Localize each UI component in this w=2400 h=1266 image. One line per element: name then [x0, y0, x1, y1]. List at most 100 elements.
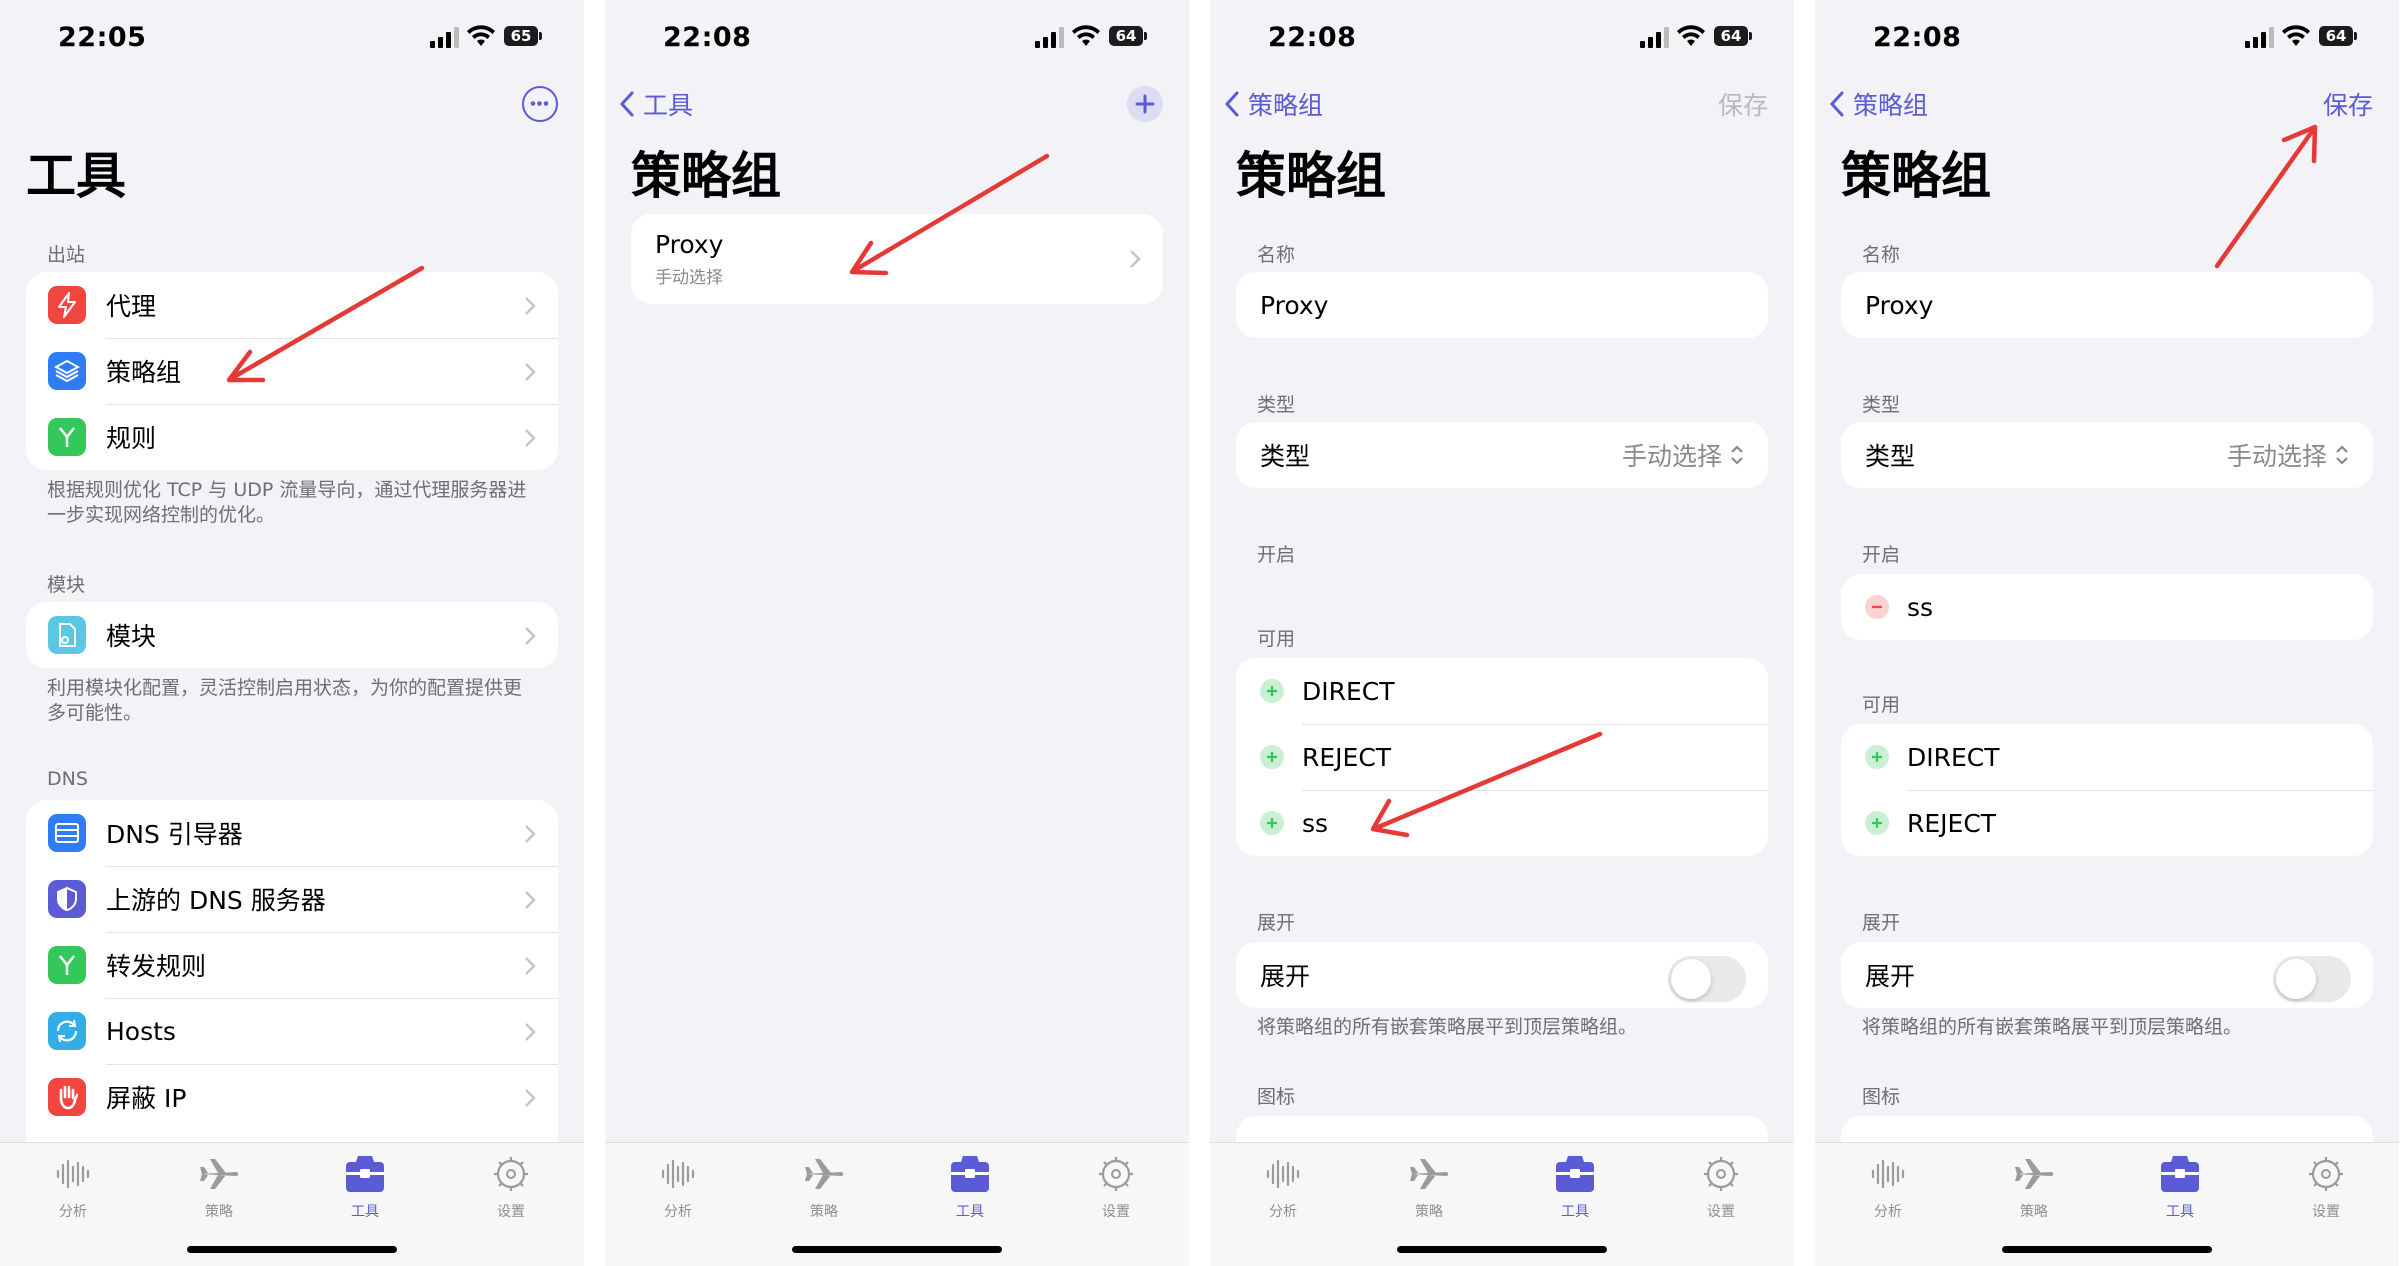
- tab-tools[interactable]: 工具: [1530, 1149, 1620, 1221]
- expand-toggle[interactable]: [1668, 956, 1746, 1002]
- server-icon: [48, 814, 86, 852]
- name-field[interactable]: Proxy: [1236, 272, 1768, 338]
- section-header-name: 名称: [1257, 244, 1296, 266]
- tab-tools[interactable]: 工具: [2135, 1149, 2225, 1221]
- nav-bar: 策略组 保存: [1815, 82, 2399, 126]
- remove-circle-icon[interactable]: [1865, 595, 1889, 619]
- status-bar: 22:05 65: [0, 22, 584, 58]
- tab-policy[interactable]: 策略: [779, 1149, 869, 1221]
- list-item-proxy[interactable]: 代理: [26, 272, 558, 338]
- status-bar: 22:08 64: [1210, 22, 1794, 58]
- tab-settings[interactable]: 设置: [466, 1149, 556, 1221]
- battery-icon: 64: [1109, 26, 1147, 46]
- available-item-reject[interactable]: REJECT: [1841, 790, 2373, 856]
- airplane-icon: [1410, 1159, 1449, 1189]
- available-item-direct[interactable]: DIRECT: [1841, 724, 2373, 790]
- tab-analysis[interactable]: 分析: [1238, 1149, 1328, 1221]
- add-circle-icon[interactable]: [1260, 679, 1284, 703]
- cellular-signal-icon: [430, 26, 460, 48]
- wifi-icon: [2282, 25, 2310, 46]
- tab-policy[interactable]: 策略: [174, 1149, 264, 1221]
- section-header-module: 模块: [47, 574, 86, 596]
- back-button[interactable]: 策略组: [1829, 86, 1928, 122]
- list-item-block-ip[interactable]: 屏蔽 IP: [26, 1064, 558, 1130]
- chevron-right-icon: [525, 957, 536, 975]
- expand-toggle[interactable]: [2273, 956, 2351, 1002]
- type-card: 类型 手动选择: [1841, 422, 2373, 488]
- expand-card: 展开: [1236, 942, 1768, 1008]
- tab-analysis[interactable]: 分析: [28, 1149, 118, 1221]
- battery-icon: 64: [1714, 26, 1752, 46]
- available-item-ss[interactable]: ss: [1236, 790, 1768, 856]
- status-time: 22:08: [1268, 22, 1357, 53]
- policy-group-list: Proxy 手动选择: [631, 214, 1163, 304]
- type-picker[interactable]: 类型 手动选择: [1841, 422, 2373, 488]
- tab-settings[interactable]: 设置: [2281, 1149, 2371, 1221]
- document-gear-icon: [48, 616, 86, 654]
- more-button[interactable]: [522, 86, 558, 122]
- list-item-hosts[interactable]: Hosts: [26, 998, 558, 1064]
- gear-icon: [1099, 1157, 1133, 1191]
- tab-settings[interactable]: 设置: [1676, 1149, 1766, 1221]
- list-item-proxy-group[interactable]: Proxy 手动选择: [631, 214, 1163, 304]
- enabled-list: ss: [1841, 574, 2373, 640]
- screen-edit-group-after: 22:08 64 策略组 保存 策略组 名称 Proxy 类型 类型 手动选择 …: [1815, 0, 2399, 1266]
- back-label: 策略组: [1248, 91, 1324, 120]
- expand-row: 展开: [1236, 942, 1768, 1008]
- cellular-signal-icon: [1035, 26, 1065, 48]
- tutorial-collage: 22:05 65 工具 出站 代理 策略组 规则 根据规则优化 TCP 与 UD…: [0, 0, 2400, 1266]
- list-item-label: 模块: [106, 622, 157, 651]
- chevron-right-icon: [525, 825, 536, 843]
- type-value: 手动选择: [2226, 442, 2327, 471]
- add-button[interactable]: [1127, 86, 1163, 122]
- list-item-upstream-dns[interactable]: 上游的 DNS 服务器: [26, 866, 558, 932]
- list-item-dns-bootstrap[interactable]: DNS 引导器: [26, 800, 558, 866]
- tab-label: 设置: [497, 1204, 525, 1220]
- available-item-direct[interactable]: DIRECT: [1236, 658, 1768, 724]
- tab-label: 分析: [664, 1204, 692, 1220]
- section-footer-expand: 将策略组的所有嵌套策略展平到顶层策略组。: [1862, 1016, 2243, 1038]
- tab-tools[interactable]: 工具: [320, 1149, 410, 1221]
- nav-bar: 策略组 保存: [1210, 82, 1794, 126]
- status-time: 22:05: [58, 22, 147, 53]
- tab-settings[interactable]: 设置: [1071, 1149, 1161, 1221]
- list-item-rules[interactable]: 规则: [26, 404, 558, 470]
- battery-icon: 64: [2319, 26, 2357, 46]
- back-button[interactable]: 策略组: [1224, 86, 1323, 122]
- airplane-icon: [2015, 1159, 2054, 1189]
- available-item-reject[interactable]: REJECT: [1236, 724, 1768, 790]
- enabled-item-ss[interactable]: ss: [1841, 574, 2373, 640]
- tab-analysis[interactable]: 分析: [633, 1149, 723, 1221]
- tab-policy[interactable]: 策略: [1989, 1149, 2079, 1221]
- chevron-right-icon: [525, 1089, 536, 1107]
- section-header-icon: 图标: [1257, 1086, 1296, 1108]
- add-circle-icon[interactable]: [1865, 745, 1889, 769]
- add-circle-icon[interactable]: [1865, 811, 1889, 835]
- list-item-label: 策略组: [106, 358, 182, 387]
- type-picker[interactable]: 类型 手动选择: [1236, 422, 1768, 488]
- type-card: 类型 手动选择: [1236, 422, 1768, 488]
- back-button[interactable]: 工具: [619, 86, 693, 122]
- section-footer-expand: 将策略组的所有嵌套策略展平到顶层策略组。: [1257, 1016, 1638, 1038]
- list-item-forward-rules[interactable]: 转发规则: [26, 932, 558, 998]
- tab-policy[interactable]: 策略: [1384, 1149, 1474, 1221]
- policy-name: ss: [1907, 592, 1934, 622]
- section-footer-outbound: 根据规则优化 TCP 与 UDP 流量导向，通过代理服务器进一步实现网络控制的优…: [47, 479, 527, 526]
- list-item-policy-group[interactable]: 策略组: [26, 338, 558, 404]
- home-indicator: [2002, 1246, 2212, 1253]
- add-circle-icon[interactable]: [1260, 745, 1284, 769]
- outbound-list: 代理 策略组 规则: [26, 272, 558, 470]
- page-title: 策略组: [1236, 147, 1386, 205]
- hand-icon: [48, 1078, 86, 1116]
- tab-analysis[interactable]: 分析: [1843, 1149, 1933, 1221]
- save-button[interactable]: 保存: [2323, 86, 2373, 122]
- add-circle-icon[interactable]: [1260, 811, 1284, 835]
- type-value-wrap: 手动选择: [2227, 437, 2349, 473]
- section-footer-module: 利用模块化配置，灵活控制启用状态，为你的配置提供更多可能性。: [47, 677, 523, 724]
- list-item-module[interactable]: 模块: [26, 602, 558, 668]
- save-button[interactable]: 保存: [1718, 86, 1768, 122]
- name-field[interactable]: Proxy: [1841, 272, 2373, 338]
- tab-tools[interactable]: 工具: [925, 1149, 1015, 1221]
- section-header-type: 类型: [1257, 394, 1296, 416]
- gear-icon: [494, 1157, 528, 1191]
